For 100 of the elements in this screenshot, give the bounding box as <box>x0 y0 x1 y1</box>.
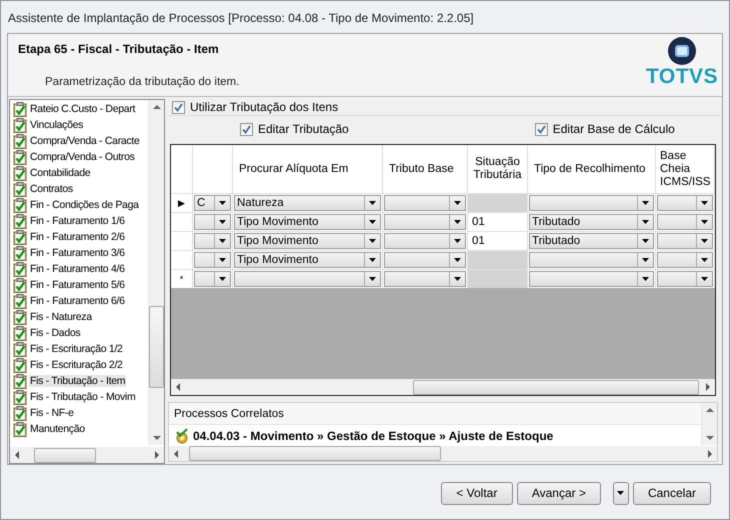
clipboard-check-icon <box>13 294 27 308</box>
dropdown-field[interactable]: Tipo Movimento <box>234 233 381 249</box>
dropdown-field[interactable] <box>384 214 466 230</box>
scroll-left-icon[interactable] <box>174 450 178 458</box>
caret-icon <box>454 220 461 224</box>
clipboard-check-icon <box>13 422 27 436</box>
step-item[interactable]: Fis - NF-e <box>10 405 148 421</box>
globe-icon <box>667 36 697 66</box>
column-header: Procurar Alíquota Em <box>239 162 348 176</box>
dropdown-field[interactable] <box>194 271 231 287</box>
step-item[interactable]: Contabilidade <box>10 165 148 181</box>
dropdown-field[interactable]: Tipo Movimento <box>234 252 381 268</box>
caret-icon <box>219 258 226 262</box>
checkbox[interactable] <box>240 122 253 136</box>
step-title: Etapa 65 - Fiscal - Tributação - Item <box>18 42 220 56</box>
caret-icon <box>642 277 649 281</box>
clipboard-check-icon <box>13 278 27 292</box>
scroll-right-icon[interactable] <box>155 451 159 459</box>
vertical-scrollbar[interactable] <box>701 403 717 445</box>
dropdown-field[interactable] <box>529 195 654 211</box>
step-item[interactable]: Fin - Faturamento 3/6 <box>10 245 148 261</box>
step-item[interactable]: Fin - Faturamento 5/6 <box>10 277 148 293</box>
step-item[interactable]: Manutenção <box>10 421 148 437</box>
dropdown-field[interactable] <box>384 271 466 287</box>
dropdown-field[interactable] <box>234 271 381 287</box>
scroll-right-icon[interactable] <box>708 450 712 458</box>
scroll-right-icon[interactable] <box>706 383 710 391</box>
dropdown-field[interactable] <box>384 252 466 268</box>
wizard-button[interactable]: Avançar > <box>516 482 601 504</box>
related-process-link[interactable]: 04.04.03 - Movimento » Gestão de Estoque » Ajuste de Estoque <box>193 428 554 442</box>
step-item[interactable]: Contratos <box>10 181 148 197</box>
wizard-button[interactable]: < Voltar <box>440 482 513 504</box>
dropdown-field[interactable] <box>529 252 654 268</box>
scroll-thumb[interactable] <box>189 446 441 461</box>
caret-icon <box>701 239 708 243</box>
vertical-scrollbar[interactable] <box>148 100 164 445</box>
caret-icon <box>454 239 461 243</box>
step-item[interactable]: Rateio C.Custo - Depart <box>10 101 148 117</box>
scroll-up-icon[interactable] <box>152 105 160 109</box>
caret-icon <box>369 277 376 281</box>
dropdown-field[interactable] <box>384 233 466 249</box>
clipboard-check-icon <box>13 326 27 340</box>
menu-button[interactable] <box>612 482 629 504</box>
step-item[interactable]: Compra/Venda - Outros <box>10 149 148 165</box>
dropdown-field[interactable] <box>657 195 713 211</box>
step-item[interactable]: Fis - Tributação - Movim <box>10 389 148 405</box>
step-item[interactable]: Fis - Escrituração 1/2 <box>10 341 148 357</box>
scroll-left-icon[interactable] <box>176 383 180 391</box>
dropdown-field[interactable] <box>529 271 654 287</box>
scroll-down-icon[interactable] <box>706 436 714 440</box>
scroll-down-icon[interactable] <box>152 436 160 440</box>
scroll-left-icon[interactable] <box>15 451 19 459</box>
dropdown-field[interactable]: Natureza <box>234 195 381 211</box>
step-item[interactable]: Fin - Faturamento 6/6 <box>10 293 148 309</box>
step-item[interactable]: Fin - Faturamento 1/6 <box>10 213 148 229</box>
horizontal-scrollbar[interactable] <box>10 447 164 463</box>
step-item[interactable]: Fis - Natureza <box>10 309 148 325</box>
dropdown-field[interactable] <box>194 214 231 230</box>
clipboard-check-icon <box>13 342 27 356</box>
checkbox[interactable] <box>172 100 185 114</box>
dropdown-field[interactable] <box>194 233 231 249</box>
clipboard-check-icon <box>13 246 27 260</box>
caret-icon <box>369 258 376 262</box>
scroll-thumb[interactable] <box>34 448 96 462</box>
dropdown-field[interactable]: Tributado <box>529 233 654 249</box>
scroll-up-icon[interactable] <box>706 408 714 412</box>
dropdown-field[interactable] <box>657 252 713 268</box>
row-marker: ▶ <box>178 198 185 208</box>
dropdown-field[interactable] <box>194 252 231 268</box>
checkbox-label: Editar Tributação <box>258 122 349 136</box>
dropdown-field[interactable] <box>657 271 713 287</box>
dropdown-field[interactable] <box>384 195 466 211</box>
clipboard-check-icon <box>13 390 27 404</box>
dropdown-field[interactable]: Tipo Movimento <box>234 214 381 230</box>
step-item[interactable]: Vinculações <box>10 117 148 133</box>
wizard-button[interactable]: Cancelar <box>632 482 711 504</box>
step-item[interactable]: Fin - Faturamento 2/6 <box>10 229 148 245</box>
scroll-thumb[interactable] <box>149 306 164 388</box>
dropdown-field[interactable] <box>657 233 713 249</box>
horizontal-scrollbar[interactable] <box>171 379 715 395</box>
step-item[interactable]: Fis - Dados <box>10 325 148 341</box>
scroll-thumb[interactable] <box>413 380 699 394</box>
section-title: Processos Correlatos <box>174 408 284 420</box>
caret-icon <box>219 239 226 243</box>
step-item[interactable]: Compra/Venda - Caracte <box>10 133 148 149</box>
step-item[interactable]: Fin - Faturamento 4/6 <box>10 261 148 277</box>
checkbox[interactable] <box>534 122 548 136</box>
dropdown-field[interactable]: C <box>194 195 231 211</box>
column-header: Tipo de Recolhimento <box>534 162 646 176</box>
dropdown-field[interactable] <box>657 214 713 230</box>
step-item[interactable]: Fin - Condições de Paga <box>10 197 148 213</box>
clipboard-check-icon <box>13 358 27 372</box>
step-description: Parametrização da tributação do item. <box>45 76 240 88</box>
horizontal-scrollbar[interactable] <box>169 446 717 461</box>
step-item[interactable]: Fis - Escrituração 2/2 <box>10 357 148 373</box>
text-field[interactable]: 01 <box>468 232 527 250</box>
clipboard-check-icon <box>13 262 27 276</box>
caret-icon <box>369 239 376 243</box>
text-field[interactable]: 01 <box>468 213 527 231</box>
dropdown-field[interactable]: Tributado <box>529 214 654 230</box>
